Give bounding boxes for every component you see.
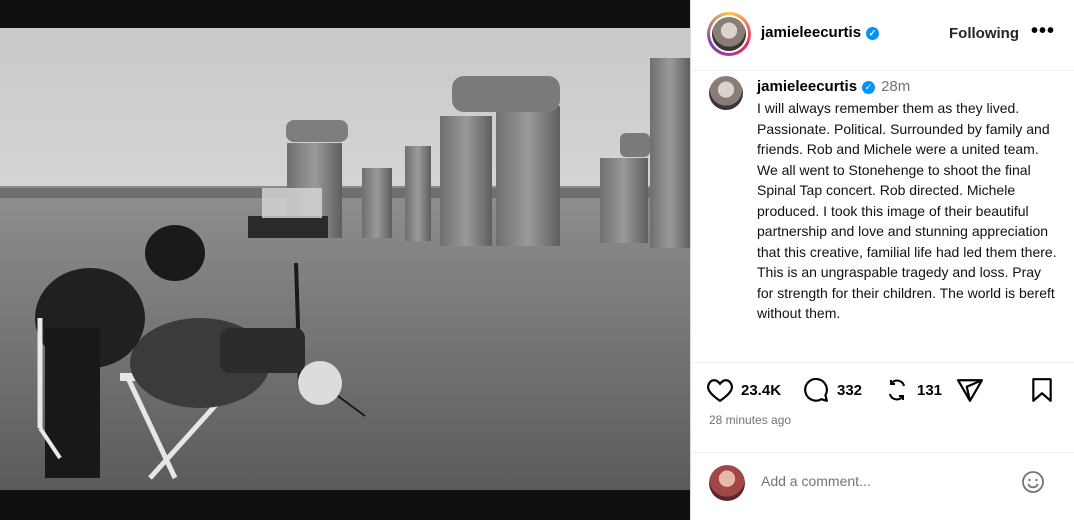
post-header: jamieleecurtis ✓ Following ••• [691,0,1074,71]
add-comment-input[interactable]: Add a comment... [761,473,871,489]
emoji-icon[interactable] [1021,470,1045,494]
author-username-text[interactable]: jamieleecurtis [761,24,861,41]
media-letterbox-top [0,0,690,28]
comment-action[interactable]: 332 [803,377,862,403]
heart-icon[interactable] [707,378,733,402]
author-username[interactable]: jamieleecurtis ✓ [761,24,880,41]
share-icon[interactable] [957,378,983,402]
save-action[interactable] [1031,377,1053,403]
add-comment-bar: Add a comment... [691,452,1074,521]
caption-area: jamieleecurtis ✓ 28m I will always remembe… [691,70,1074,360]
bookmark-icon[interactable] [1031,377,1053,403]
instagram-post-view: jamieleecurtis ✓ Following ••• jamieleecu… [0,0,1074,520]
author-avatar[interactable] [707,12,751,56]
caption-text: I will always remember them as they live… [757,100,1057,321]
media-letterbox-bottom [0,490,690,520]
post-actions: 23.4K 332 131 28 minutes ago [691,362,1074,453]
like-count[interactable]: 23.4K [741,382,781,399]
following-button[interactable]: Following [949,25,1019,42]
post-media [0,0,690,520]
post-sidebar: jamieleecurtis ✓ Following ••• jamieleecu… [690,0,1074,520]
repost-count[interactable]: 131 [917,382,942,399]
viewer-avatar [709,465,745,501]
share-action[interactable] [957,377,983,403]
post-time-ago[interactable]: 28 minutes ago [709,413,791,427]
post-photo[interactable] [0,28,690,490]
caption-avatar[interactable] [709,76,743,110]
comment-count[interactable]: 332 [837,382,862,399]
repost-action[interactable]: 131 [885,377,942,403]
comment-icon[interactable] [803,377,829,403]
like-action[interactable]: 23.4K [707,377,781,403]
caption-header: jamieleecurtis ✓ 28m [757,78,910,95]
more-options-icon[interactable]: ••• [1031,20,1055,43]
repost-icon[interactable] [885,378,909,402]
avatar-image [710,15,748,53]
caption-verified-badge-icon: ✓ [862,81,876,94]
caption-username[interactable]: jamieleecurtis [757,78,857,95]
verified-badge-icon: ✓ [866,27,880,40]
caption-time: 28m [881,78,911,95]
